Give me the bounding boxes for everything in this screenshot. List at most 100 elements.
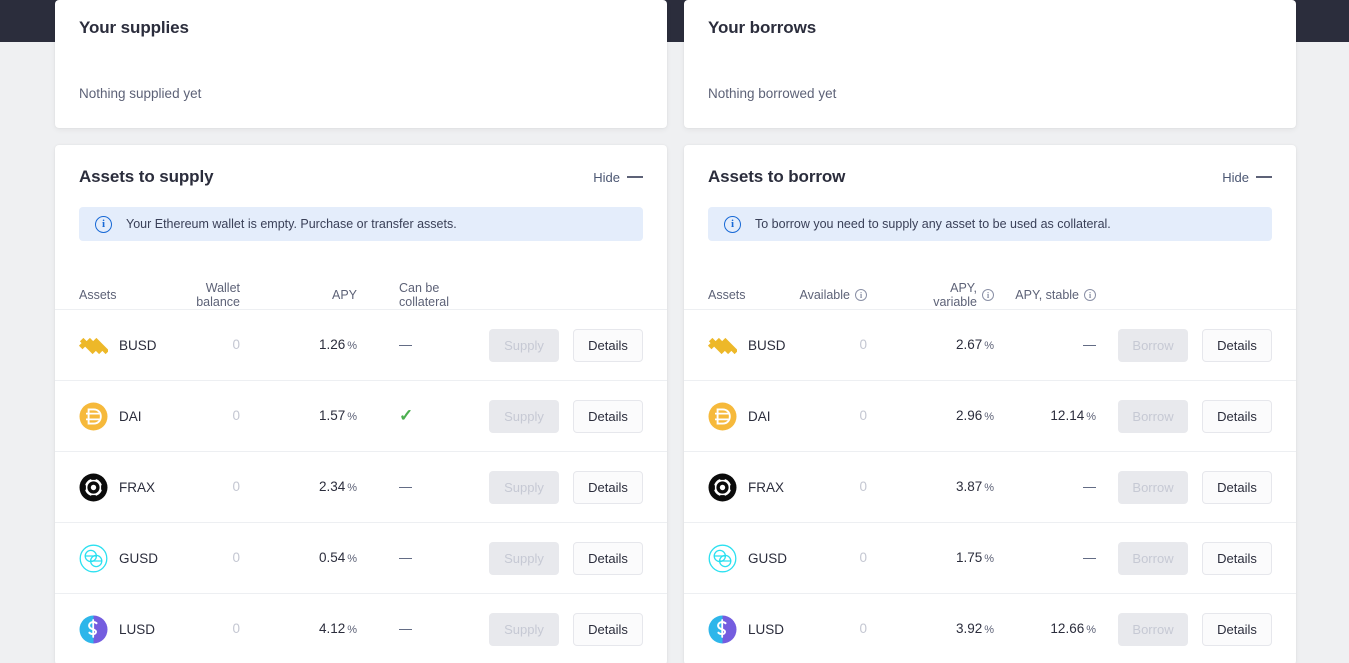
apy-variable-value: 2.67% bbox=[955, 337, 994, 352]
apy-value: 0.54% bbox=[318, 550, 357, 565]
dai-icon bbox=[79, 402, 108, 431]
supply-column-headers: Assets Wallet balance APY Can be collate… bbox=[55, 281, 667, 309]
details-button[interactable]: Details bbox=[1202, 541, 1272, 575]
supply-button[interactable]: Supply bbox=[489, 399, 559, 433]
wallet-balance-value: 0 bbox=[232, 550, 240, 565]
header-wallet-balance: Wallet balance bbox=[196, 281, 240, 309]
supply-alert-text: Your Ethereum wallet is empty. Purchase … bbox=[126, 217, 457, 231]
assets-to-supply-card: Assets to supply Hide i Your Ethereum wa… bbox=[55, 145, 667, 663]
table-row[interactable]: GUSD 0 0.54% — Supply Details bbox=[55, 522, 667, 593]
apy-stable-value: — bbox=[1083, 550, 1096, 565]
info-icon: i bbox=[724, 215, 741, 233]
apy-stable-value: — bbox=[1083, 337, 1096, 352]
info-icon[interactable]: i bbox=[982, 289, 994, 301]
asset-symbol: LUSD bbox=[748, 621, 785, 637]
table-row[interactable]: LUSD 0 3.92% 12.66% Borrow Details bbox=[684, 593, 1296, 663]
apy-value: 1.57% bbox=[318, 408, 357, 423]
apy-value: 4.12% bbox=[318, 621, 357, 636]
borrow-button[interactable]: Borrow bbox=[1118, 470, 1188, 504]
table-row[interactable]: GUSD 0 1.75% — Borrow Details bbox=[684, 522, 1296, 593]
available-value: 0 bbox=[859, 337, 867, 352]
lusd-icon bbox=[708, 615, 737, 644]
supply-button[interactable]: Supply bbox=[489, 470, 559, 504]
apy-value: 1.26% bbox=[318, 337, 357, 352]
supply-button[interactable]: Supply bbox=[489, 541, 559, 575]
lusd-icon bbox=[79, 615, 108, 644]
your-supplies-title: Your supplies bbox=[79, 18, 189, 37]
asset-symbol: FRAX bbox=[119, 479, 156, 495]
assets-to-supply-header: Assets to supply Hide bbox=[55, 167, 667, 187]
table-row[interactable]: FRAX 0 3.87% — Borrow Details bbox=[684, 451, 1296, 522]
supply-wallet-empty-alert: i Your Ethereum wallet is empty. Purchas… bbox=[79, 207, 643, 241]
your-supplies-empty-text: Nothing supplied yet bbox=[79, 86, 202, 101]
borrow-collateral-alert: i To borrow you need to supply any asset… bbox=[708, 207, 1272, 241]
details-button[interactable]: Details bbox=[1202, 399, 1272, 433]
gusd-icon bbox=[79, 544, 108, 573]
supply-hide-toggle[interactable]: Hide bbox=[593, 170, 643, 185]
collateral-check-icon: ✓ bbox=[399, 405, 414, 425]
header-available-label: Available bbox=[799, 288, 850, 302]
table-row[interactable]: BUSD 0 2.67% — Borrow Details bbox=[684, 309, 1296, 380]
details-button[interactable]: Details bbox=[573, 541, 643, 575]
table-row[interactable]: BUSD 0 1.26% — Supply Details bbox=[55, 309, 667, 380]
asset-symbol: GUSD bbox=[119, 550, 159, 566]
asset-symbol: BUSD bbox=[748, 337, 786, 353]
apy-value: 2.34% bbox=[318, 479, 357, 494]
header-apy-variable: APY, variable i bbox=[912, 281, 1004, 309]
collateral-dash-icon: — bbox=[399, 621, 412, 636]
details-button[interactable]: Details bbox=[1202, 328, 1272, 362]
asset-symbol: DAI bbox=[119, 408, 142, 424]
borrow-button[interactable]: Borrow bbox=[1118, 612, 1188, 646]
asset-symbol: FRAX bbox=[748, 479, 785, 495]
available-value: 0 bbox=[859, 621, 867, 636]
available-value: 0 bbox=[859, 479, 867, 494]
available-value: 0 bbox=[859, 408, 867, 423]
borrow-column: Your borrows Nothing borrowed yet Assets… bbox=[684, 0, 1296, 663]
borrow-button[interactable]: Borrow bbox=[1118, 399, 1188, 433]
borrow-button[interactable]: Borrow bbox=[1118, 328, 1188, 362]
your-borrows-empty-text: Nothing borrowed yet bbox=[708, 86, 837, 101]
details-button[interactable]: Details bbox=[573, 328, 643, 362]
asset-symbol: BUSD bbox=[119, 337, 157, 353]
apy-stable-value: 12.14% bbox=[1050, 408, 1096, 423]
asset-symbol: LUSD bbox=[119, 621, 156, 637]
header-apy-stable-label: APY, stable bbox=[1015, 288, 1079, 302]
assets-to-borrow-header: Assets to borrow Hide bbox=[684, 167, 1296, 187]
header-assets: Assets bbox=[79, 288, 117, 302]
table-row[interactable]: DAI 0 1.57% ✓ Supply Details bbox=[55, 380, 667, 451]
collapse-dash-icon bbox=[627, 176, 643, 178]
page-root: Your supplies Nothing supplied yet Asset… bbox=[0, 0, 1349, 663]
wallet-balance-value: 0 bbox=[232, 408, 240, 423]
your-borrows-card: Your borrows Nothing borrowed yet bbox=[684, 0, 1296, 128]
assets-to-borrow-list: BUSD 0 2.67% — Borrow Details DAI 0 2.96% 12.14% B… bbox=[684, 309, 1296, 663]
collateral-dash-icon: — bbox=[399, 550, 412, 565]
details-button[interactable]: Details bbox=[573, 612, 643, 646]
gusd-icon bbox=[708, 544, 737, 573]
supply-hide-label: Hide bbox=[593, 169, 620, 185]
wallet-balance-value: 0 bbox=[232, 621, 240, 636]
details-button[interactable]: Details bbox=[573, 470, 643, 504]
dashboard-grid: Your supplies Nothing supplied yet Asset… bbox=[0, 0, 1349, 663]
collapse-dash-icon bbox=[1256, 176, 1272, 178]
frax-icon bbox=[708, 473, 737, 502]
details-button[interactable]: Details bbox=[573, 399, 643, 433]
header-apy: APY bbox=[331, 288, 357, 302]
frax-icon bbox=[79, 473, 108, 502]
supply-button[interactable]: Supply bbox=[489, 328, 559, 362]
table-row[interactable]: DAI 0 2.96% 12.14% Borrow Details bbox=[684, 380, 1296, 451]
supply-button[interactable]: Supply bbox=[489, 612, 559, 646]
header-can-be-collateral: Can be collateral bbox=[399, 281, 450, 309]
borrow-hide-label: Hide bbox=[1222, 169, 1249, 185]
busd-icon bbox=[79, 331, 108, 360]
table-row[interactable]: FRAX 0 2.34% — Supply Details bbox=[55, 451, 667, 522]
details-button[interactable]: Details bbox=[1202, 470, 1272, 504]
details-button[interactable]: Details bbox=[1202, 612, 1272, 646]
info-icon[interactable]: i bbox=[855, 289, 867, 301]
info-icon[interactable]: i bbox=[1084, 289, 1096, 301]
table-row[interactable]: LUSD 0 4.12% — Supply Details bbox=[55, 593, 667, 663]
borrow-hide-toggle[interactable]: Hide bbox=[1222, 170, 1272, 185]
borrow-button[interactable]: Borrow bbox=[1118, 541, 1188, 575]
wallet-balance-value: 0 bbox=[232, 337, 240, 352]
borrow-column-headers: Assets Available i APY, variable i APY, … bbox=[684, 281, 1296, 309]
assets-to-borrow-title: Assets to borrow bbox=[708, 167, 846, 186]
